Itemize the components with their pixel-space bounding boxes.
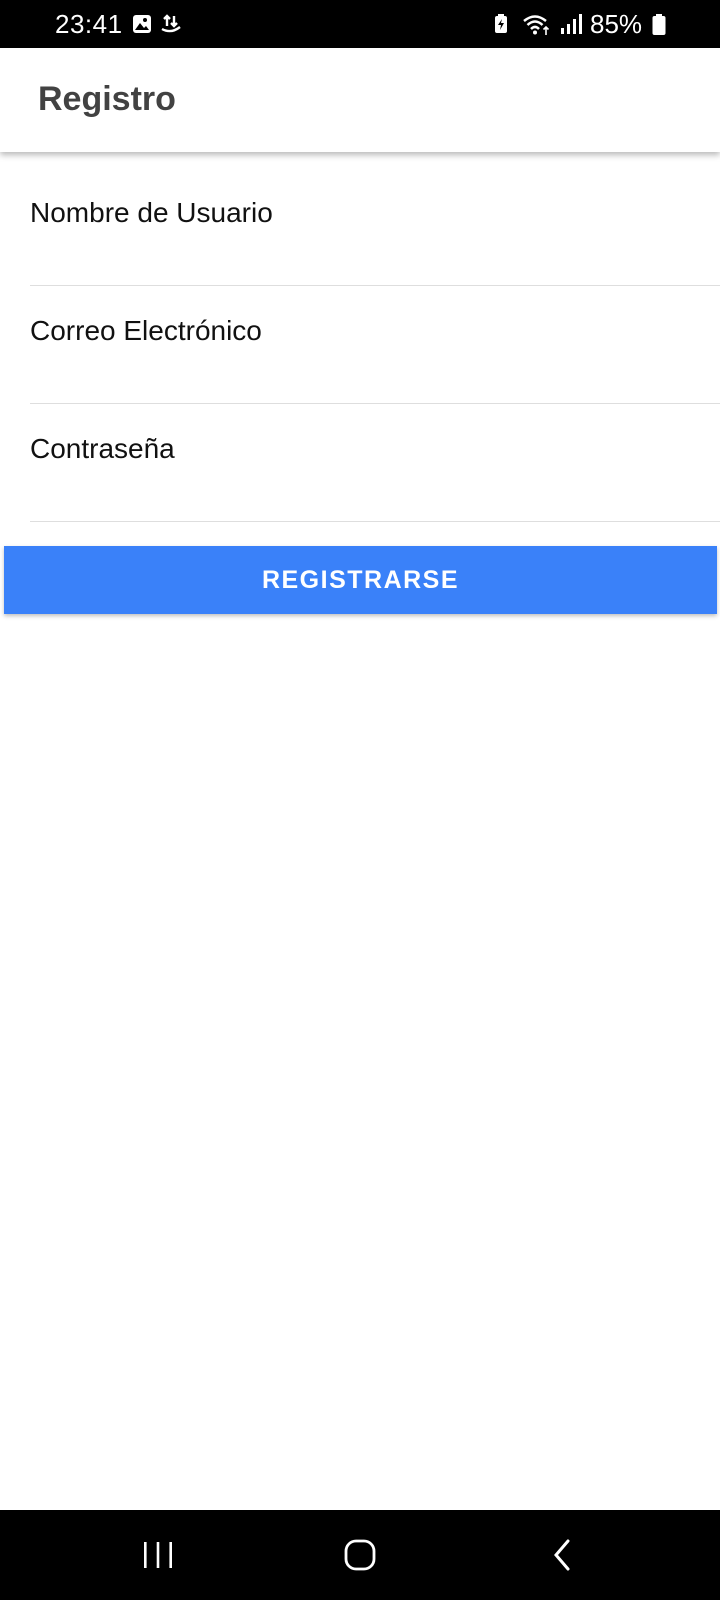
signal-icon (560, 14, 582, 39)
email-field[interactable] (30, 286, 720, 404)
recent-apps-icon[interactable] (128, 1530, 188, 1580)
username-field[interactable] (30, 168, 720, 286)
battery-percentage: 85% (590, 9, 643, 39)
app-bar: Registro (0, 48, 720, 152)
status-bar: 23:41 85% (0, 0, 720, 48)
gallery-icon (132, 14, 152, 39)
home-icon[interactable] (330, 1530, 390, 1580)
data-sync-icon (160, 14, 182, 39)
back-icon[interactable] (532, 1530, 592, 1580)
navigation-bar (0, 1510, 720, 1600)
battery-saver-icon (494, 14, 508, 39)
username-input[interactable] (30, 168, 720, 285)
password-field[interactable] (30, 404, 720, 522)
battery-icon (652, 14, 666, 41)
password-input[interactable] (30, 404, 720, 521)
wifi-icon (522, 14, 552, 41)
status-time: 23:41 (55, 9, 123, 39)
register-button[interactable]: REGISTRARSE (4, 546, 717, 614)
page-title: Registro (38, 80, 176, 118)
email-input[interactable] (30, 286, 720, 403)
